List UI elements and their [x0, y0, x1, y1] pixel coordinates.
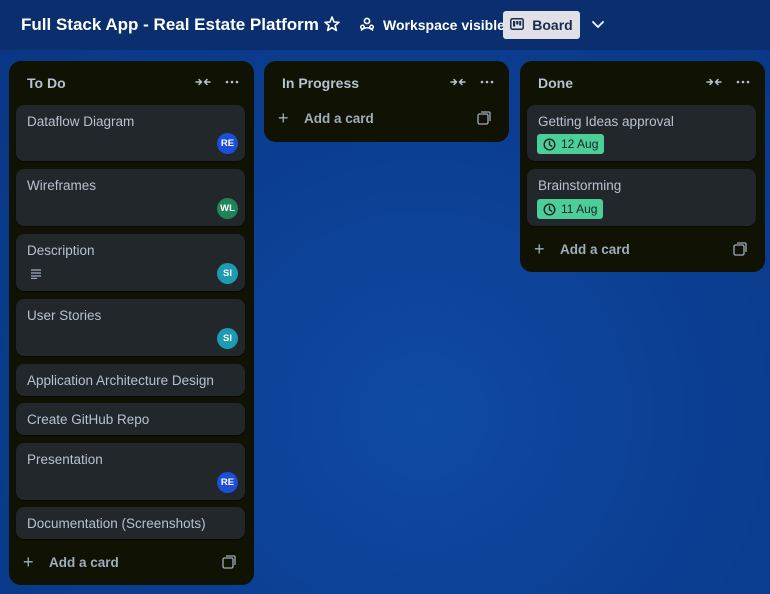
due-date-badge[interactable]: 11 Aug: [537, 199, 604, 219]
add-card-label: Add a card: [49, 554, 119, 570]
card[interactable]: Wireframes WL: [16, 169, 245, 226]
card[interactable]: Documentation (Screenshots): [16, 507, 245, 539]
card-title: User Stories: [27, 308, 102, 323]
due-date-label: 12 Aug: [561, 137, 599, 151]
list-title[interactable]: Done: [538, 75, 573, 91]
due-date-badge[interactable]: 12 Aug: [537, 134, 605, 154]
add-card-button[interactable]: + Add a card: [17, 548, 244, 576]
card-title: Brainstorming: [538, 178, 622, 193]
add-card-button[interactable]: + Add a card: [528, 235, 755, 263]
list-in-progress: In Progress + Add a card: [264, 61, 509, 142]
board-title[interactable]: Full Stack App - Real Estate Platform: [21, 15, 319, 35]
card-template-icon[interactable]: [477, 111, 491, 125]
workspace-visible-button[interactable]: Workspace visible: [359, 13, 505, 37]
list-title[interactable]: In Progress: [282, 75, 359, 91]
clock-icon: [543, 137, 556, 151]
card[interactable]: Brainstorming 11 Aug: [527, 169, 756, 226]
avatar[interactable]: SI: [217, 328, 238, 349]
card-title: Application Architecture Design: [27, 373, 214, 388]
add-card-label: Add a card: [560, 241, 630, 257]
workspace-visible-icon: [359, 16, 383, 35]
card-title: Create GitHub Repo: [27, 412, 150, 427]
card[interactable]: Getting Ideas approval 12 Aug: [527, 105, 756, 161]
list-menu-icon[interactable]: [735, 75, 753, 89]
list-menu-icon[interactable]: [479, 75, 497, 89]
card-title: Dataflow Diagram: [27, 114, 135, 129]
star-icon[interactable]: [322, 14, 342, 34]
card[interactable]: Dataflow Diagram RE: [16, 105, 245, 161]
avatar[interactable]: WL: [217, 198, 238, 219]
add-card-label: Add a card: [304, 110, 374, 126]
card[interactable]: Presentation RE: [16, 443, 245, 500]
plus-icon: +: [278, 107, 289, 128]
card[interactable]: User Stories SI: [16, 299, 245, 356]
avatar[interactable]: RE: [217, 133, 238, 154]
clock-icon: [543, 202, 556, 216]
avatar[interactable]: RE: [217, 472, 238, 493]
avatar[interactable]: SI: [217, 263, 238, 284]
add-card-button[interactable]: + Add a card: [272, 104, 499, 132]
card-title: Presentation: [27, 452, 103, 467]
due-date-label: 11 Aug: [561, 202, 598, 216]
description-icon: [30, 266, 42, 284]
card-template-icon[interactable]: [733, 242, 747, 256]
plus-icon: +: [534, 238, 545, 259]
workspace-visible-label: Workspace visible: [383, 17, 505, 33]
collapse-list-icon[interactable]: [706, 75, 724, 89]
card[interactable]: Create GitHub Repo: [16, 403, 245, 435]
collapse-list-icon[interactable]: [195, 75, 213, 89]
board-header: Full Stack App - Real Estate Platform Wo…: [0, 0, 770, 50]
chevron-down-icon[interactable]: [588, 14, 608, 34]
card-template-icon[interactable]: [222, 555, 236, 569]
card-title: Getting Ideas approval: [538, 114, 674, 129]
card[interactable]: Application Architecture Design: [16, 364, 245, 396]
card-title: Wireframes: [27, 178, 97, 193]
list-title[interactable]: To Do: [27, 75, 66, 91]
board-view-button[interactable]: Board: [503, 11, 580, 39]
list-menu-icon[interactable]: [224, 75, 242, 89]
card-title: Documentation (Screenshots): [27, 516, 206, 531]
plus-icon: +: [23, 551, 34, 572]
list-done: Done Getting Ideas approval 12 Aug Brain…: [520, 61, 765, 272]
list-to-do: To Do Dataflow Diagram RE Wireframes WL …: [9, 61, 254, 585]
board-view-label: Board: [532, 17, 573, 33]
card-title: Description: [27, 243, 95, 258]
board-view-icon: [510, 17, 532, 33]
card[interactable]: Description SI: [16, 234, 245, 291]
collapse-list-icon[interactable]: [450, 75, 468, 89]
